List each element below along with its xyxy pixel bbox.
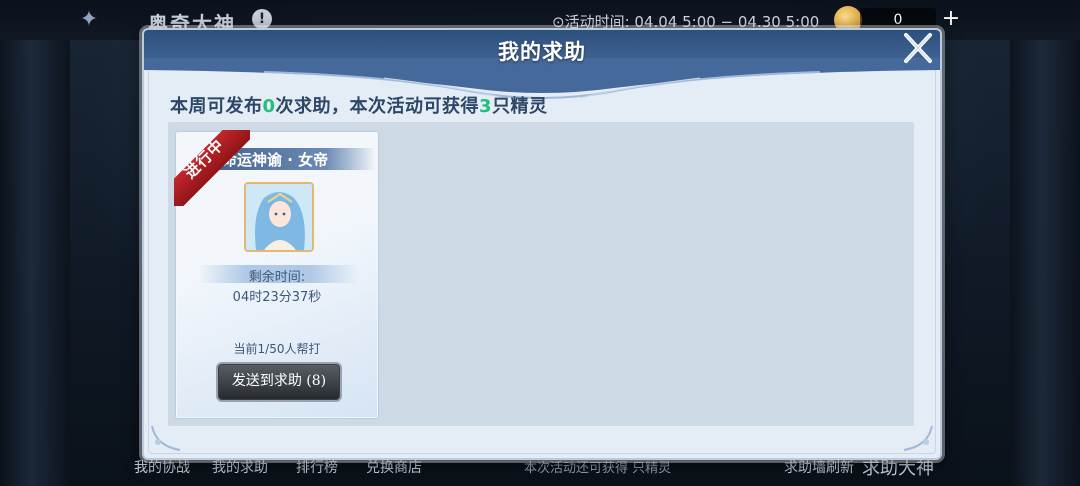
info-suffix: 只精灵 bbox=[492, 96, 548, 117]
publish-count: 0 bbox=[262, 96, 276, 117]
boss-avatar bbox=[244, 182, 314, 252]
request-card: 命运神谕 · 女帝 进行中 剩余时间: 04时23分37秒 当前1/50人帮打 … bbox=[174, 130, 379, 419]
status-ribbon: 进行中 bbox=[174, 130, 250, 206]
background-pillar-left bbox=[0, 40, 70, 486]
game-logo-icon: ✦ bbox=[79, 7, 99, 32]
send-request-button[interactable]: 发送到求助 (8) bbox=[216, 362, 342, 402]
info-prefix: 本周可发布 bbox=[170, 96, 263, 117]
nav-refresh-wall[interactable]: 求助墙刷新 bbox=[784, 457, 854, 477]
reward-count: 3 bbox=[479, 96, 493, 117]
corner-ornament-right bbox=[903, 425, 933, 451]
boss-portrait-image bbox=[246, 184, 312, 250]
helpers-count: 当前1/50人帮打 bbox=[233, 342, 321, 356]
warning-icon[interactable]: ! bbox=[252, 9, 272, 29]
weekly-info: 本周可发布0次求助，本次活动可获得3只精灵 bbox=[170, 92, 548, 118]
corner-ornament-left bbox=[151, 425, 181, 451]
dialog-title: 我的求助 bbox=[498, 40, 586, 64]
status-ribbon-label: 进行中 bbox=[181, 135, 228, 183]
nav-my-requests[interactable]: 我的求助 bbox=[212, 457, 268, 477]
nav-exchange-shop[interactable]: 兑换商店 bbox=[366, 457, 422, 477]
info-middle: 次求助，本次活动可获得 bbox=[275, 96, 480, 117]
close-button[interactable] bbox=[898, 30, 938, 66]
plus-icon[interactable]: + bbox=[938, 6, 964, 32]
nav-my-assists[interactable]: 我的协战 bbox=[134, 457, 190, 477]
my-requests-dialog: 我的求助 本周可发布0次求助，本次活动可获得3只精灵 命运神谕 · 女帝 进行中 bbox=[142, 28, 942, 460]
close-icon bbox=[904, 33, 932, 63]
background-pillar-right bbox=[1010, 40, 1080, 486]
remaining-label: 剩余时间: bbox=[248, 270, 306, 285]
remaining-time: 04时23分37秒 bbox=[232, 290, 322, 305]
nav-ranking[interactable]: 排行榜 bbox=[296, 457, 338, 477]
